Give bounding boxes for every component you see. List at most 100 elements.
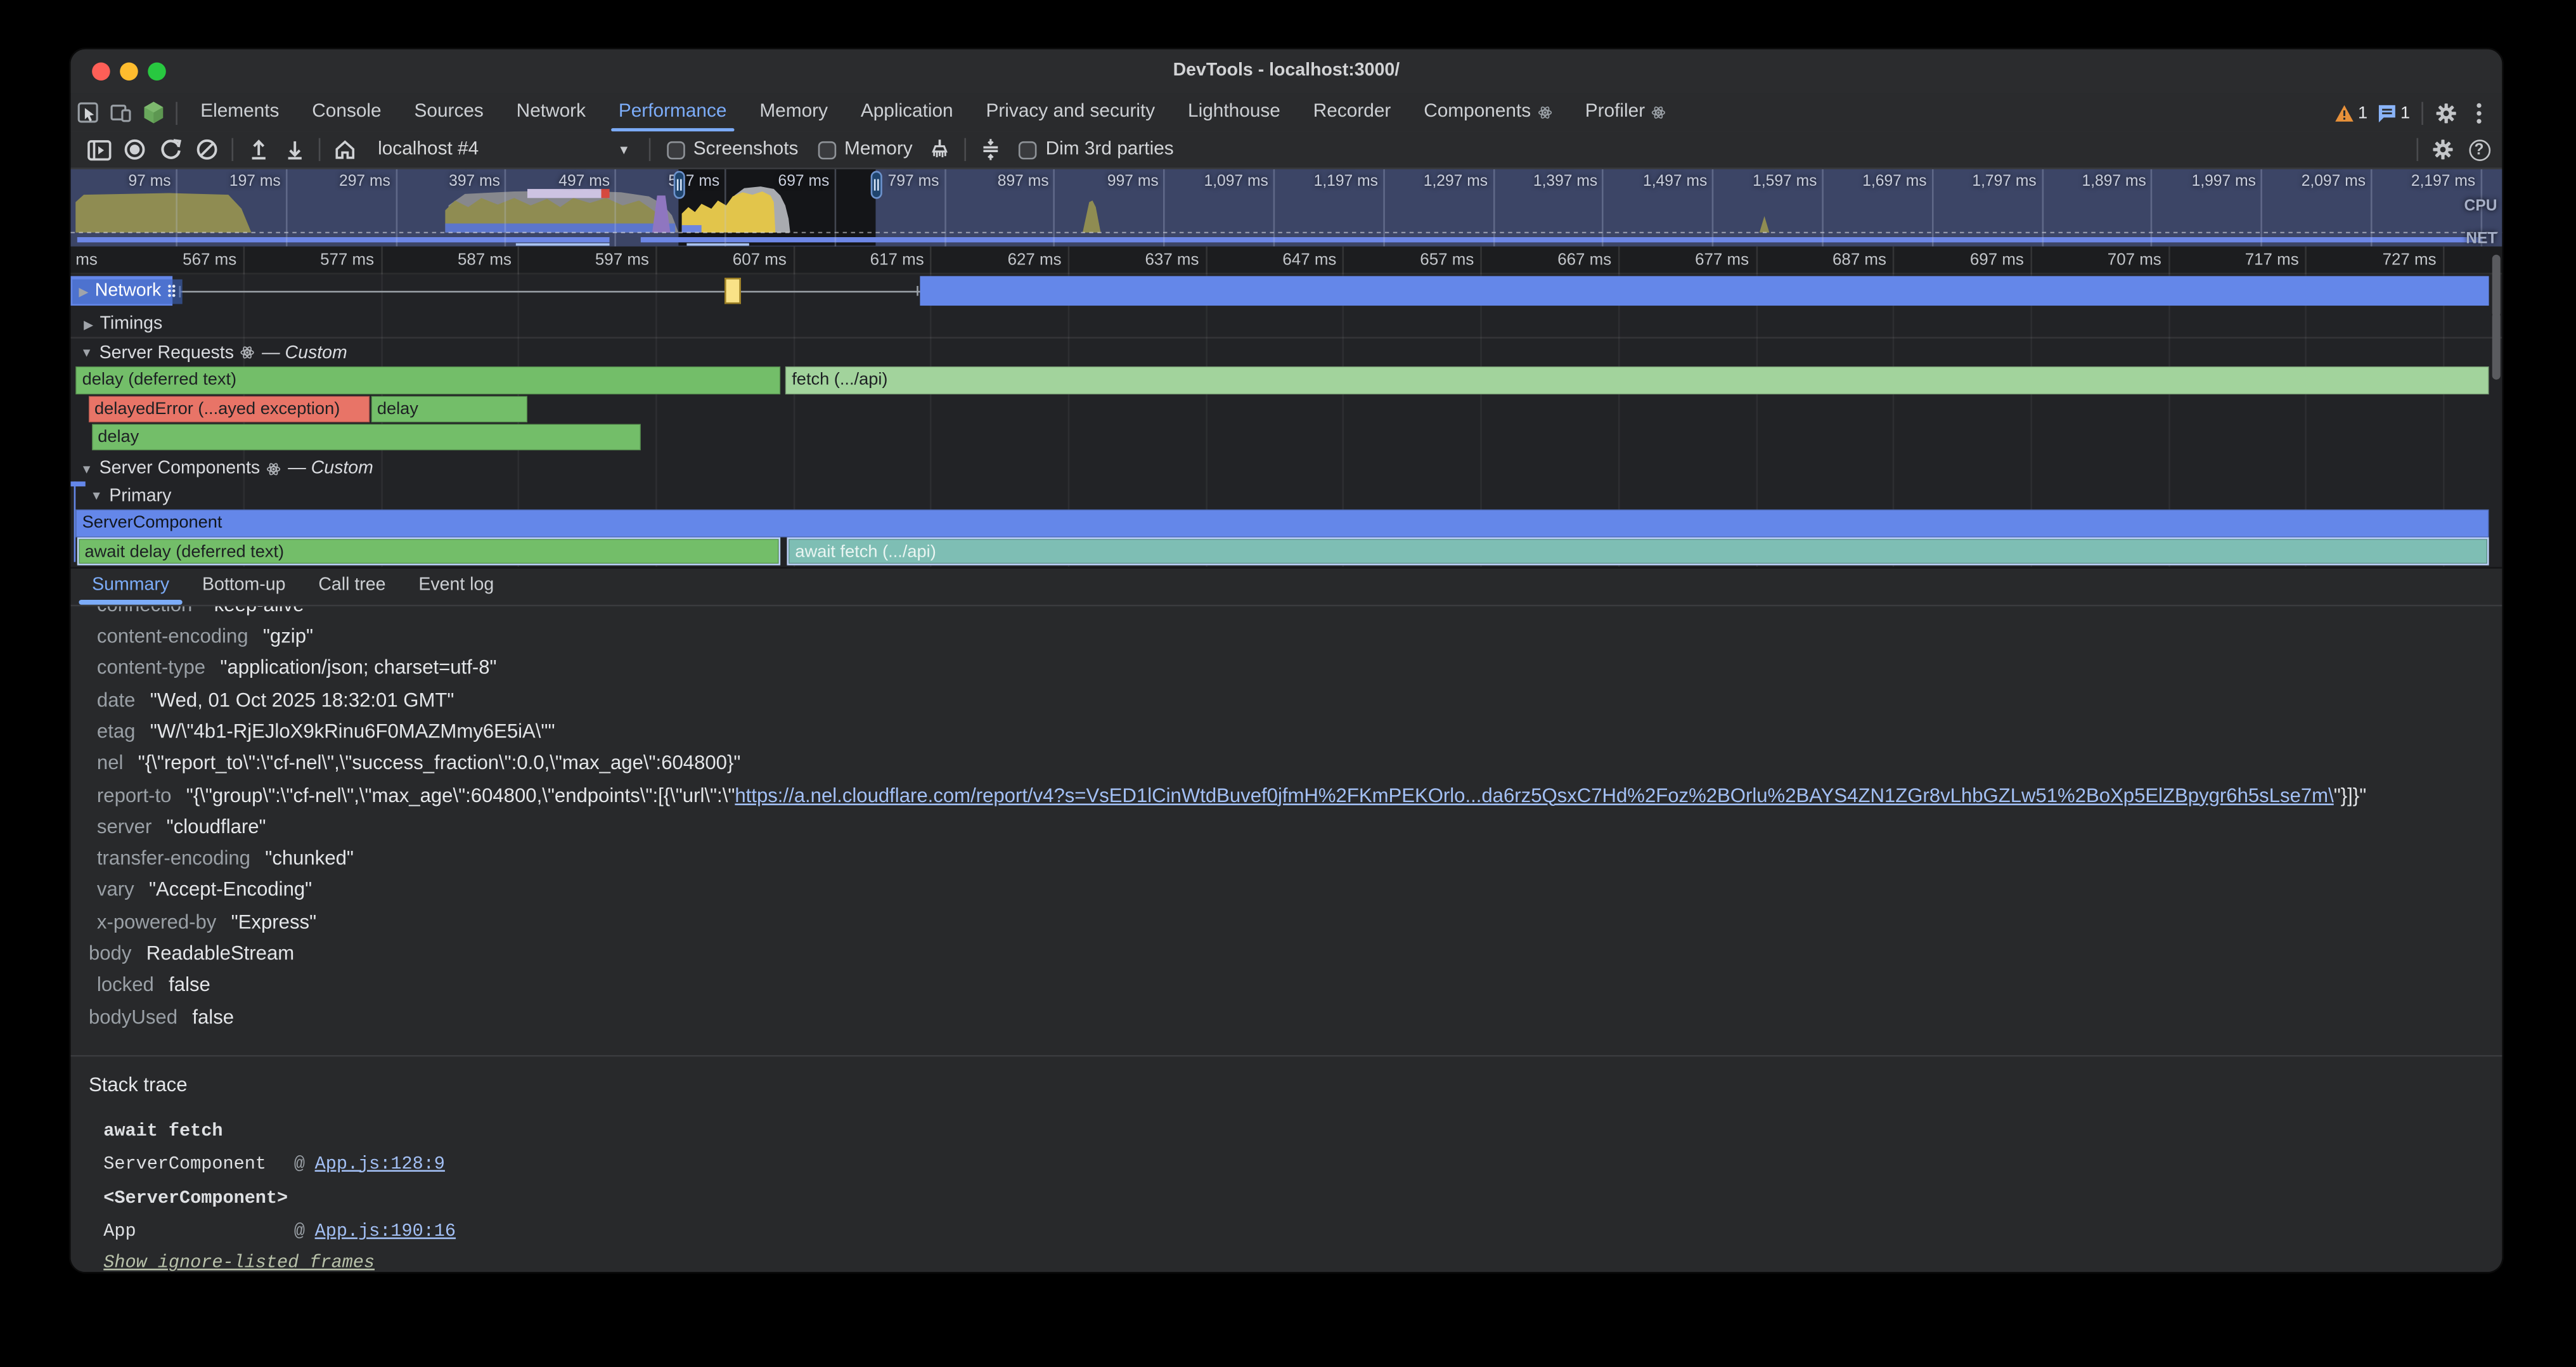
event-bar-delay-deferred[interactable]: delay (deferred text) — [75, 366, 780, 394]
summary-pane[interactable]: connection "keep-alive" content-encoding… — [70, 606, 2503, 1055]
screenshots-toggle[interactable]: Screenshots — [667, 139, 798, 159]
track-primary-group-label[interactable]: ▼ Primary — [91, 483, 172, 508]
toggle-sidebar-icon[interactable] — [80, 131, 117, 167]
dim-3rd-parties-checkbox[interactable] — [1019, 141, 1038, 159]
event-bar-delay-b[interactable]: delay — [370, 395, 527, 422]
network-request-marker[interactable] — [724, 278, 741, 304]
memory-checkbox[interactable] — [818, 141, 837, 159]
property-key: locked — [97, 973, 154, 996]
dim-3rd-parties-toggle[interactable]: Dim 3rd parties — [1019, 139, 1174, 159]
device-toolbar-icon[interactable] — [103, 94, 136, 132]
track-network-label[interactable]: ▶ Network — [72, 278, 183, 303]
tab-bottom-up[interactable]: Bottom-up — [186, 567, 302, 606]
frame-name: App — [103, 1223, 294, 1243]
window-title: DevTools - localhost:3000/ — [70, 49, 2502, 94]
tab-label: Event log — [418, 576, 494, 595]
event-bar-server-component[interactable]: ServerComponent — [75, 509, 2489, 536]
messages-badge[interactable]: 1 — [2378, 103, 2410, 122]
record-and-reload-icon[interactable] — [153, 131, 189, 167]
collapse-arrow-icon[interactable]: ▼ — [80, 461, 93, 476]
overview-tick-label: 597 ms — [616, 169, 726, 246]
property-key: content-encoding — [97, 625, 248, 647]
selection-handle-right[interactable] — [870, 171, 881, 199]
event-bar-delay-c[interactable]: delay — [91, 423, 640, 450]
tab-privacy-and-security[interactable]: Privacy and security — [970, 94, 1172, 132]
stack-trace-section: Stack trace await fetch ServerComponent … — [70, 1055, 2503, 1274]
react-atom-icon — [1652, 105, 1666, 120]
frame-source-link[interactable]: App.js:128:9 — [315, 1155, 445, 1174]
track-server-requests-header[interactable]: ▼ Server Requests — Custom — [80, 339, 347, 365]
collapse-arrow-icon[interactable]: ▼ — [91, 488, 103, 503]
tab-components[interactable]: Components — [1407, 94, 1569, 132]
divider — [2417, 138, 2419, 161]
event-bar-fetch-api[interactable]: fetch (.../api) — [785, 366, 2489, 394]
event-label: delay — [98, 427, 139, 446]
track-area[interactable]: ▶ Network ▶ Timings ▼ Server Requests — … — [70, 275, 2503, 567]
expand-arrow-icon[interactable]: ▶ — [84, 316, 93, 331]
event-bar-await-fetch[interactable]: await fetch (.../api) — [787, 538, 2489, 565]
track-server-components-header[interactable]: ▼ Server Components — Custom — [80, 455, 373, 481]
nodejs-extension-icon[interactable] — [136, 94, 169, 132]
track-timings-label[interactable]: ▶ Timings — [84, 311, 162, 336]
tab-memory[interactable]: Memory — [743, 94, 844, 132]
inspect-element-icon[interactable] — [70, 94, 103, 132]
expand-arrow-icon[interactable]: ▶ — [79, 283, 88, 298]
selection-handle-left[interactable] — [673, 171, 684, 199]
tab-label: Elements — [200, 94, 279, 132]
warnings-badge[interactable]: 1 — [2335, 103, 2367, 122]
tab-event-log[interactable]: Event log — [402, 567, 510, 606]
history-selected: localhost #4 — [378, 139, 620, 159]
load-profile-icon[interactable] — [240, 131, 276, 167]
timeline-overview[interactable]: 97 ms197 ms297 ms397 ms497 ms597 ms697 m… — [70, 169, 2503, 246]
tab-elements[interactable]: Elements — [184, 94, 295, 132]
ruler-tick-label: 677 ms — [1620, 245, 1757, 274]
divider — [649, 138, 651, 161]
tab-summary[interactable]: Summary — [75, 567, 186, 606]
tab-application[interactable]: Application — [844, 94, 970, 132]
track-label-text: Network — [95, 281, 162, 301]
event-bar-delayed-error[interactable]: delayedError (...ayed exception) — [88, 395, 369, 422]
tab-network[interactable]: Network — [500, 94, 602, 132]
collect-garbage-icon[interactable] — [922, 131, 958, 167]
event-bar-await-delay[interactable]: await delay (deferred text) — [77, 538, 781, 565]
cpu-lane-label: CPU — [2464, 197, 2497, 216]
shrink-rows-icon[interactable] — [974, 131, 1010, 167]
kebab-menu-icon[interactable] — [2463, 94, 2496, 132]
capture-settings-gear-icon[interactable] — [2425, 131, 2461, 167]
overview-tick-label: 1,197 ms — [1275, 169, 1384, 246]
screenshots-label: Screenshots — [693, 139, 799, 159]
vertical-scrollbar-thumb[interactable] — [2492, 255, 2501, 317]
show-ignore-listed-frames-link[interactable]: Show ignore-listed frames — [103, 1254, 375, 1274]
tab-lighthouse[interactable]: Lighthouse — [1171, 94, 1297, 132]
collapse-arrow-icon[interactable]: ▼ — [80, 345, 93, 360]
dim-3rd-parties-label: Dim 3rd parties — [1046, 139, 1174, 159]
history-dropdown[interactable]: localhost #4 ▾ — [370, 135, 636, 165]
help-icon[interactable]: ? — [2461, 131, 2497, 167]
overview-tick-label: 497 ms — [506, 169, 616, 246]
memory-label: Memory — [844, 139, 913, 159]
tab-console[interactable]: Console — [295, 94, 397, 132]
live-metrics-home-icon[interactable] — [327, 131, 363, 167]
tab-profiler[interactable]: Profiler — [1569, 94, 1683, 132]
settings-gear-icon[interactable] — [2430, 94, 2463, 132]
track-label-text: Primary — [109, 486, 171, 505]
tab-performance[interactable]: Performance — [602, 94, 743, 132]
save-profile-icon[interactable] — [276, 131, 312, 167]
memory-toggle[interactable]: Memory — [818, 139, 913, 159]
event-label: fetch (.../api) — [792, 370, 887, 389]
overview-tick-label: 297 ms — [287, 169, 397, 246]
tab-recorder[interactable]: Recorder — [1297, 94, 1407, 132]
drag-grip-icon[interactable] — [168, 284, 176, 297]
tab-call-tree[interactable]: Call tree — [302, 567, 402, 606]
property-value-link[interactable]: https://a.nel.cloudflare.com/report/v4?s… — [735, 783, 2333, 806]
vertical-scrollbar-thumb[interactable] — [2492, 312, 2501, 379]
tab-sources[interactable]: Sources — [398, 94, 500, 132]
record-button[interactable] — [117, 131, 153, 167]
screenshots-checkbox[interactable] — [667, 141, 685, 159]
network-request-bar-main[interactable] — [920, 276, 2489, 306]
frame-source-link[interactable]: App.js:190:16 — [315, 1223, 456, 1243]
clear-icon[interactable] — [189, 131, 225, 167]
frame-name: <ServerComponent> — [103, 1191, 294, 1210]
overview-tick-label: 397 ms — [397, 169, 506, 246]
property-value: false — [192, 1005, 234, 1028]
